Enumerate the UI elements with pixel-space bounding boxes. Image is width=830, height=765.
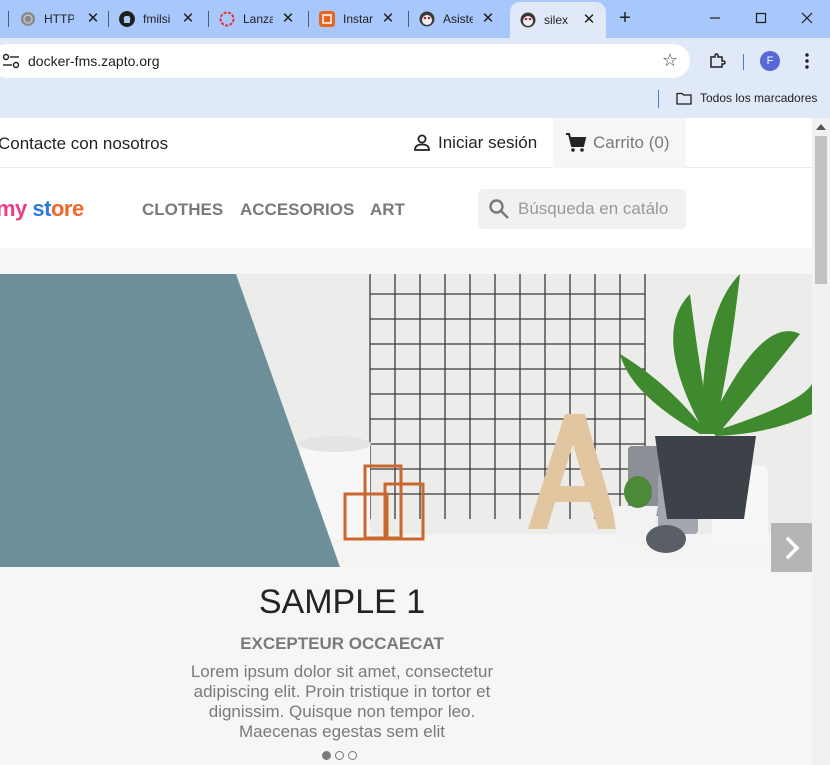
tab-title: HTTP xyxy=(44,12,74,26)
store-top-nav: Contacte con nosotros Iniciar sesión Car… xyxy=(0,118,812,168)
globe-icon xyxy=(21,12,35,26)
minimize-icon xyxy=(710,17,720,19)
tab-lanza[interactable]: Lanza ✕ xyxy=(219,4,297,34)
slide-title: SAMPLE 1 xyxy=(258,583,426,621)
carousel-dot[interactable] xyxy=(335,751,344,760)
tab-separator xyxy=(208,11,209,27)
tab-title: fmilsi xyxy=(143,12,171,26)
cart-icon xyxy=(566,133,587,152)
menu-item-art[interactable]: ART xyxy=(370,200,405,220)
ubuntu-ring-icon xyxy=(219,11,235,27)
tab-silex-active[interactable]: silex ✕ xyxy=(510,2,606,38)
page-scrollbar[interactable] xyxy=(812,118,830,765)
tab-title: Asiste xyxy=(443,12,473,26)
close-tab-icon[interactable]: ✕ xyxy=(379,10,397,28)
tab-github[interactable]: fmilsi ✕ xyxy=(119,4,197,34)
close-tab-icon[interactable]: ✕ xyxy=(84,10,102,28)
chevron-right-icon xyxy=(785,536,799,559)
tab-separator xyxy=(408,11,409,27)
instance-icon xyxy=(319,11,335,27)
contact-link[interactable]: Contacte con nosotros xyxy=(0,134,168,154)
prestashop-icon xyxy=(419,11,435,27)
kebab-menu-icon xyxy=(805,53,809,69)
menu-item-clothes[interactable]: CLOTHES xyxy=(142,200,223,220)
carousel-slide-image[interactable] xyxy=(0,274,812,567)
folder-icon xyxy=(676,92,692,105)
menu-button[interactable] xyxy=(796,50,818,72)
store-header: my store CLOTHES ACCESORIOS ART xyxy=(0,168,812,248)
search-input[interactable] xyxy=(518,199,683,219)
close-tab-icon[interactable]: ✕ xyxy=(279,10,297,28)
close-tab-icon[interactable]: ✕ xyxy=(179,10,197,28)
bookmark-star-icon[interactable]: ☆ xyxy=(662,50,678,71)
page-viewport: Contacte con nosotros Iniciar sesión Car… xyxy=(0,118,830,765)
signin-link[interactable]: Iniciar sesión xyxy=(412,133,537,153)
all-bookmarks-folder[interactable]: Todos los marcadores xyxy=(676,91,817,105)
carousel-dot[interactable] xyxy=(322,751,331,760)
toolbar-separator xyxy=(743,54,744,70)
cart-button[interactable]: Carrito (0) xyxy=(553,118,686,168)
carousel-next-button[interactable] xyxy=(771,523,812,572)
close-tab-icon[interactable]: ✕ xyxy=(580,11,598,29)
tab-separator xyxy=(108,11,109,27)
bookmarks-folder-label: Todos los marcadores xyxy=(700,91,818,105)
carousel-indicators xyxy=(322,751,361,760)
tab-separator xyxy=(8,11,9,27)
scroll-up-arrow-icon[interactable] xyxy=(816,124,826,130)
address-bar[interactable]: docker-fms.zapto.org ☆ xyxy=(0,44,690,78)
close-window-icon xyxy=(801,12,813,24)
puzzle-icon xyxy=(710,53,726,68)
tab-http[interactable]: HTTP ✕ xyxy=(20,4,102,34)
prestashop-icon xyxy=(520,12,536,28)
carousel-dot[interactable] xyxy=(348,751,357,760)
url-text: docker-fms.zapto.org xyxy=(28,53,160,69)
tab-instances[interactable]: Instar ✕ xyxy=(319,4,397,34)
catalog-search xyxy=(478,189,686,229)
bookmarks-separator xyxy=(658,90,659,108)
cart-label: Carrito (0) xyxy=(593,133,670,152)
logo-part: my xyxy=(0,196,27,221)
menu-item-accesorios[interactable]: ACCESORIOS xyxy=(240,200,354,220)
logo-part: ore xyxy=(50,196,84,221)
user-icon xyxy=(414,134,430,151)
slide-description: Lorem ipsum dolor sit amet, consectetur … xyxy=(190,662,494,741)
carousel-caption: SAMPLE 1 EXCEPTEUR OCCAECAT Lorem ipsum … xyxy=(0,583,684,742)
close-window-button-overlay[interactable] xyxy=(784,0,830,36)
github-icon xyxy=(119,11,135,27)
browser-toolbar: docker-fms.zapto.org ☆ xyxy=(0,38,830,84)
extensions-button[interactable] xyxy=(706,50,728,72)
logo-part: st xyxy=(26,196,51,221)
tab-asistente[interactable]: Asiste ✕ xyxy=(419,4,497,34)
tab-title: silex xyxy=(544,13,569,27)
slide-illustration xyxy=(0,274,812,567)
slide-subtitle: EXCEPTEUR OCCAECAT xyxy=(240,634,444,653)
signin-label: Iniciar sesión xyxy=(438,133,538,152)
profile-avatar[interactable]: F xyxy=(760,51,780,71)
search-icon xyxy=(489,199,509,219)
minimize-button-overlay[interactable] xyxy=(692,0,738,36)
tab-title: Instar xyxy=(343,12,373,26)
scroll-thumb[interactable] xyxy=(815,136,827,284)
site-settings-icon xyxy=(2,53,20,69)
new-tab-button[interactable]: + xyxy=(615,8,635,28)
maximize-button-overlay[interactable] xyxy=(738,0,784,36)
store-logo[interactable]: my store xyxy=(0,196,84,222)
maximize-icon xyxy=(755,12,767,24)
tab-title: Lanza xyxy=(243,12,273,26)
tab-separator xyxy=(308,11,309,27)
close-tab-icon[interactable]: ✕ xyxy=(479,10,497,28)
bookmarks-bar: Todos los marcadores xyxy=(0,84,830,118)
